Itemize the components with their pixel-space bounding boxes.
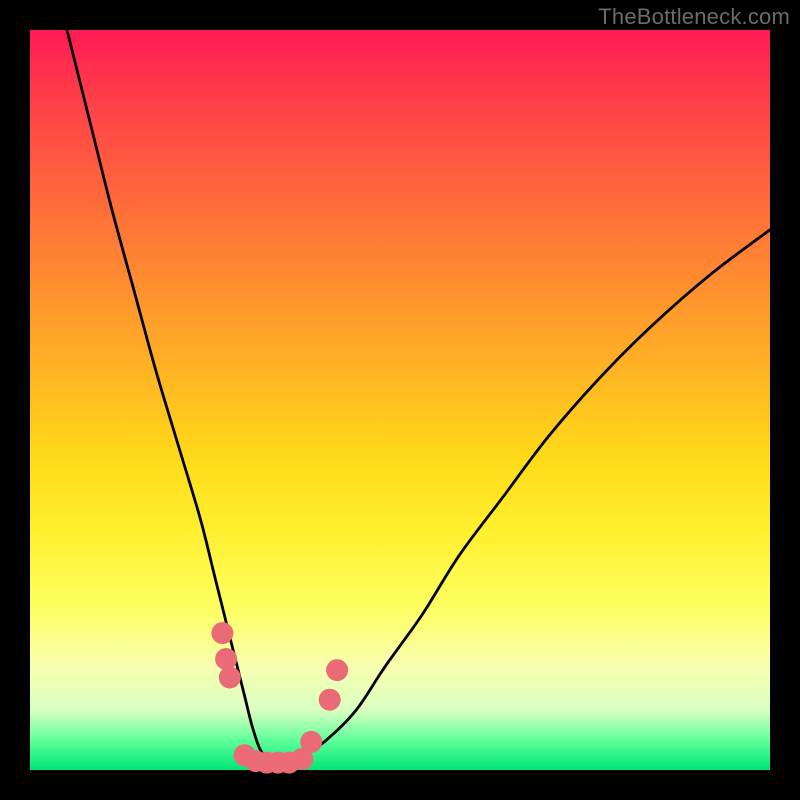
watermark-text: TheBottleneck.com <box>598 4 790 30</box>
marker-dot <box>215 648 237 670</box>
plot-area <box>30 30 770 770</box>
marker-dot <box>326 659 348 681</box>
marker-dot <box>211 622 233 644</box>
marker-dot <box>319 689 341 711</box>
marker-dot <box>300 731 322 753</box>
marker-dot <box>219 667 241 689</box>
chart-frame: TheBottleneck.com <box>0 0 800 800</box>
bottleneck-curve <box>67 30 770 763</box>
chart-svg <box>30 30 770 770</box>
